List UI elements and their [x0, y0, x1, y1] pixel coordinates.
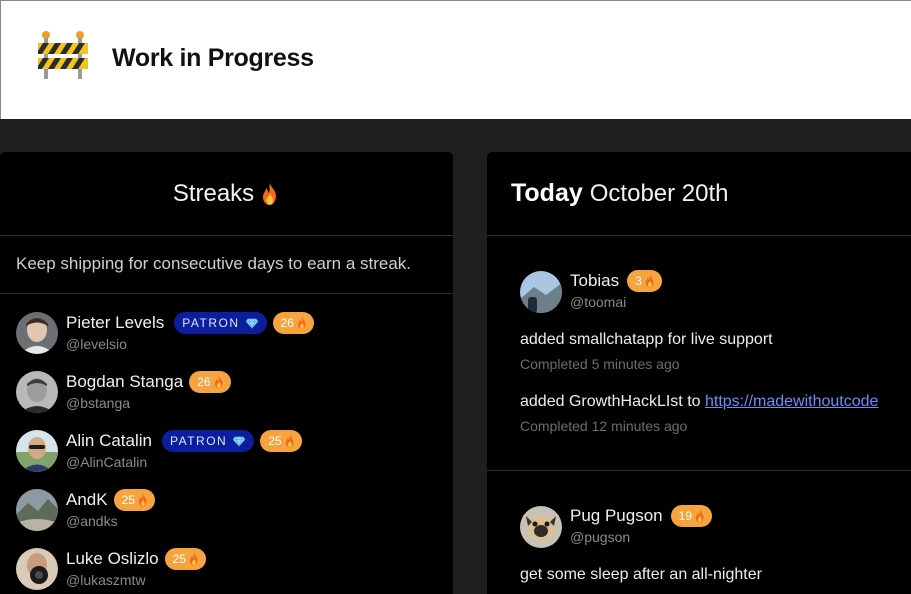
user-name[interactable]: Pug Pugson — [570, 506, 663, 526]
user-handle[interactable]: @AlinCatalin — [66, 454, 147, 470]
diamond-icon — [245, 318, 259, 329]
fire-icon — [284, 434, 296, 448]
streak-badge: 26 — [272, 312, 314, 334]
user-handle[interactable]: @pugson — [570, 529, 630, 545]
streak-user-row[interactable]: Bogdan Stanga 26 @bstanga — [16, 371, 446, 421]
user-name-line: Luke Oslizlo 25 — [66, 548, 206, 570]
task-text: added GrowthHackLIst to — [520, 393, 705, 410]
user-name-line: Alin Catalin PATRON 25 — [66, 430, 302, 452]
avatar[interactable] — [16, 371, 58, 413]
user-handle[interactable]: @bstanga — [66, 395, 130, 411]
fire-icon — [694, 509, 706, 523]
divider — [487, 470, 911, 471]
streak-count: 19 — [678, 509, 692, 523]
site-header: Work in Progress — [0, 0, 911, 119]
user-name[interactable]: Alin Catalin — [66, 431, 152, 451]
task-completed-time: Completed 12 minutes ago — [520, 418, 688, 434]
streak-user-row[interactable]: AndK 25 @andks — [16, 489, 446, 539]
task-completed-time: Completed 5 minutes ago — [520, 356, 680, 372]
user-name[interactable]: AndK — [66, 490, 108, 510]
avatar[interactable] — [520, 506, 562, 548]
task-text: get some sleep after an all-nighter — [520, 566, 762, 583]
diamond-icon — [232, 436, 246, 447]
user-name-line: Tobias 3 — [570, 269, 662, 293]
patron-badge[interactable]: PATRON — [162, 430, 255, 452]
streak-count: 25 — [172, 552, 186, 566]
streak-count: 25 — [121, 493, 135, 507]
user-handle[interactable]: @andks — [66, 513, 118, 529]
streak-user-row[interactable]: Pieter Levels PATRON 26 @levelsio — [16, 312, 446, 362]
streak-user-row[interactable]: Alin Catalin PATRON 25 @AlinCatalin — [16, 430, 446, 480]
user-name[interactable]: Tobias — [570, 271, 619, 291]
site-title[interactable]: Work in Progress — [112, 44, 314, 73]
fire-icon — [260, 182, 280, 206]
user-handle[interactable]: @toomai — [570, 294, 626, 310]
fire-icon — [296, 316, 308, 330]
task-with-link: added GrowthHackLIst to https://madewith… — [520, 393, 878, 411]
streak-badge: 25 — [113, 489, 155, 511]
avatar[interactable] — [16, 489, 58, 531]
avatar[interactable] — [16, 430, 58, 472]
user-name-line: Pieter Levels PATRON 26 — [66, 312, 314, 334]
streak-count: 3 — [635, 274, 642, 288]
avatar[interactable] — [16, 312, 58, 354]
fire-icon — [644, 274, 656, 288]
fire-icon — [137, 493, 149, 507]
streaks-header: Streaks — [0, 152, 453, 236]
streaks-intro: Keep shipping for consecutive days to ea… — [0, 236, 453, 294]
construction-barrier-icon[interactable] — [37, 31, 89, 81]
streak-badge: 26 — [189, 371, 231, 393]
user-handle[interactable]: @levelsio — [66, 336, 127, 352]
today-label: Today — [511, 179, 583, 207]
today-header: Today October 20th — [487, 152, 911, 236]
streaks-panel: Streaks Keep shipping for consecutive da… — [0, 152, 453, 594]
user-name[interactable]: Bogdan Stanga — [66, 372, 183, 392]
avatar[interactable] — [520, 271, 562, 313]
user-name-line: Bogdan Stanga 26 — [66, 371, 231, 393]
streak-badge: 19 — [670, 505, 712, 527]
today-feed-panel: Today October 20th Tobias 3 @toomai adde… — [487, 152, 911, 594]
task-link[interactable]: https://madewithoutcode — [705, 393, 878, 410]
streaks-title: Streaks — [172, 179, 255, 207]
patron-badge[interactable]: PATRON — [174, 312, 267, 334]
streak-count: 26 — [280, 316, 294, 330]
user-name-line: Pug Pugson 19 — [570, 504, 712, 528]
fire-icon — [188, 552, 200, 566]
fire-icon — [213, 375, 225, 389]
streak-count: 26 — [197, 375, 211, 389]
page: Work in Progress Streaks Keep shipping f… — [0, 0, 911, 594]
patron-label: PATRON — [182, 316, 240, 330]
user-name[interactable]: Pieter Levels — [66, 313, 164, 333]
streak-badge: 25 — [164, 548, 206, 570]
streak-badge: 3 — [627, 270, 662, 292]
streak-badge: 25 — [260, 430, 302, 452]
task-text: added smallchatapp for live support — [520, 331, 773, 348]
patron-label: PATRON — [170, 434, 228, 448]
user-name[interactable]: Luke Oslizlo — [66, 549, 159, 569]
streak-user-row[interactable]: Luke Oslizlo 25 @lukaszmtw — [16, 548, 446, 594]
user-handle[interactable]: @lukaszmtw — [66, 572, 146, 588]
avatar[interactable] — [16, 548, 58, 590]
today-date: October 20th — [589, 179, 729, 207]
user-name-line: AndK 25 — [66, 489, 155, 511]
streak-count: 25 — [268, 434, 282, 448]
